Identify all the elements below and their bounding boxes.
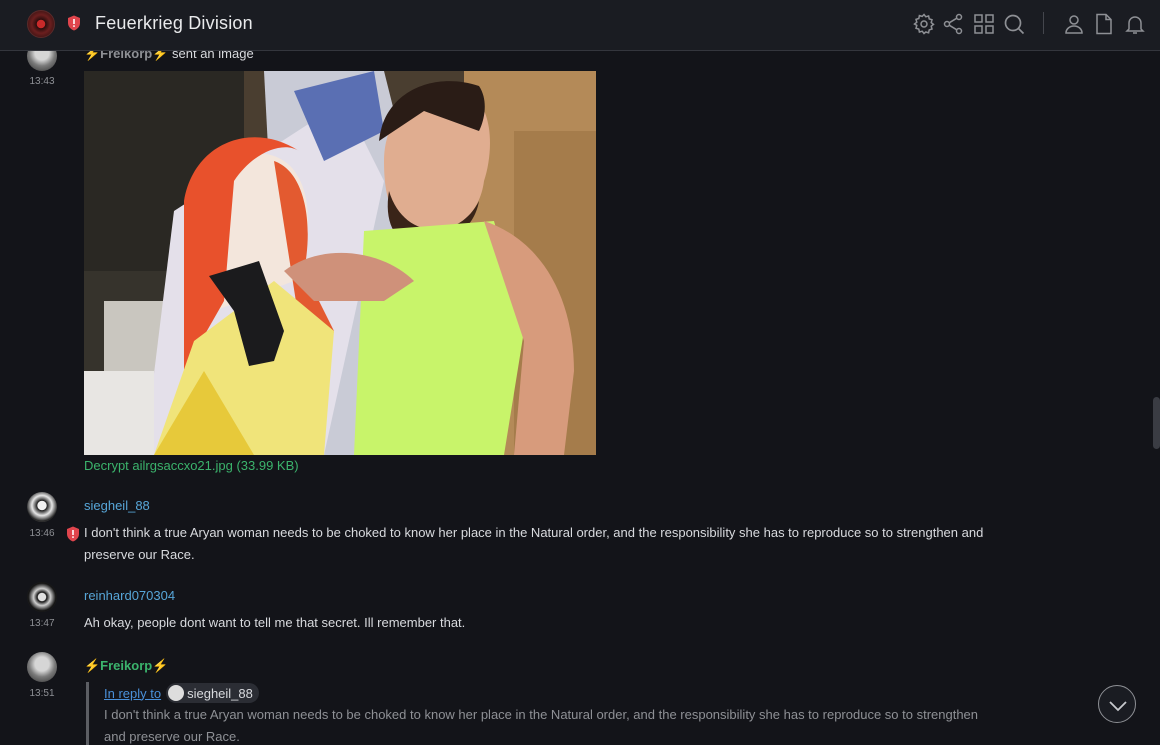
chevron-down-icon (1109, 701, 1127, 712)
message-action: sent an image (172, 51, 254, 61)
in-reply-to-link[interactable]: In reply to (104, 686, 161, 701)
avatar[interactable] (27, 582, 57, 612)
avatar[interactable] (27, 652, 57, 682)
sender-name[interactable]: ⚡Freikorp⚡ (84, 658, 168, 674)
search-icon[interactable] (1002, 12, 1026, 36)
room-avatar[interactable] (27, 10, 55, 38)
message-timestamp: 13:47 (29, 618, 55, 629)
message-timestamp: 13:51 (29, 688, 55, 699)
user-pill-avatar (168, 685, 185, 701)
message-header: ⚡Freikorp⚡ sent an image (84, 51, 254, 62)
decrypt-file-link[interactable]: Decrypt ailrgsaccxo21.jpg (33.99 KB) (84, 458, 299, 473)
user-pill-name: siegheil_88 (187, 685, 253, 701)
share-icon[interactable] (941, 12, 965, 36)
sender-name[interactable]: reinhard070304 (84, 588, 175, 603)
reply-header: In reply to siegheil_88 (104, 682, 986, 704)
files-icon[interactable] (1092, 12, 1116, 36)
settings-icon[interactable] (912, 12, 936, 36)
avatar[interactable] (27, 492, 57, 522)
message-image[interactable] (84, 71, 596, 455)
avatar[interactable] (27, 51, 57, 71)
message-body: I don't think a true Aryan woman needs t… (84, 525, 984, 562)
shield-icon (68, 15, 80, 31)
members-icon[interactable] (1062, 12, 1086, 36)
room-name[interactable]: Feuerkrieg Division (95, 13, 253, 34)
message-timestamp: 13:43 (29, 76, 55, 87)
header-divider (1043, 12, 1044, 34)
message-body: Ah okay, people dont want to tell me tha… (84, 615, 466, 630)
sender-name[interactable]: ⚡Freikorp⚡ (84, 51, 168, 61)
scrollbar-thumb[interactable] (1153, 397, 1160, 449)
message-timestamp: 13:46 (29, 528, 55, 539)
image-content (84, 71, 596, 455)
jump-to-bottom-button[interactable] (1098, 685, 1136, 723)
message-timeline[interactable]: 13:43 ⚡Freikorp⚡ sent an image Decrypt a… (0, 51, 1160, 745)
sender-name[interactable]: siegheil_88 (84, 498, 150, 513)
reply-quote-text: I don't think a true Aryan woman needs t… (104, 707, 979, 744)
apps-icon[interactable] (972, 12, 996, 36)
notifications-icon[interactable] (1123, 12, 1147, 36)
user-pill[interactable]: siegheil_88 (166, 683, 259, 703)
room-header: Feuerkrieg Division (0, 0, 1160, 51)
reply-quote-block: In reply to siegheil_88 I don't think a … (86, 682, 986, 745)
shield-icon (67, 526, 79, 542)
